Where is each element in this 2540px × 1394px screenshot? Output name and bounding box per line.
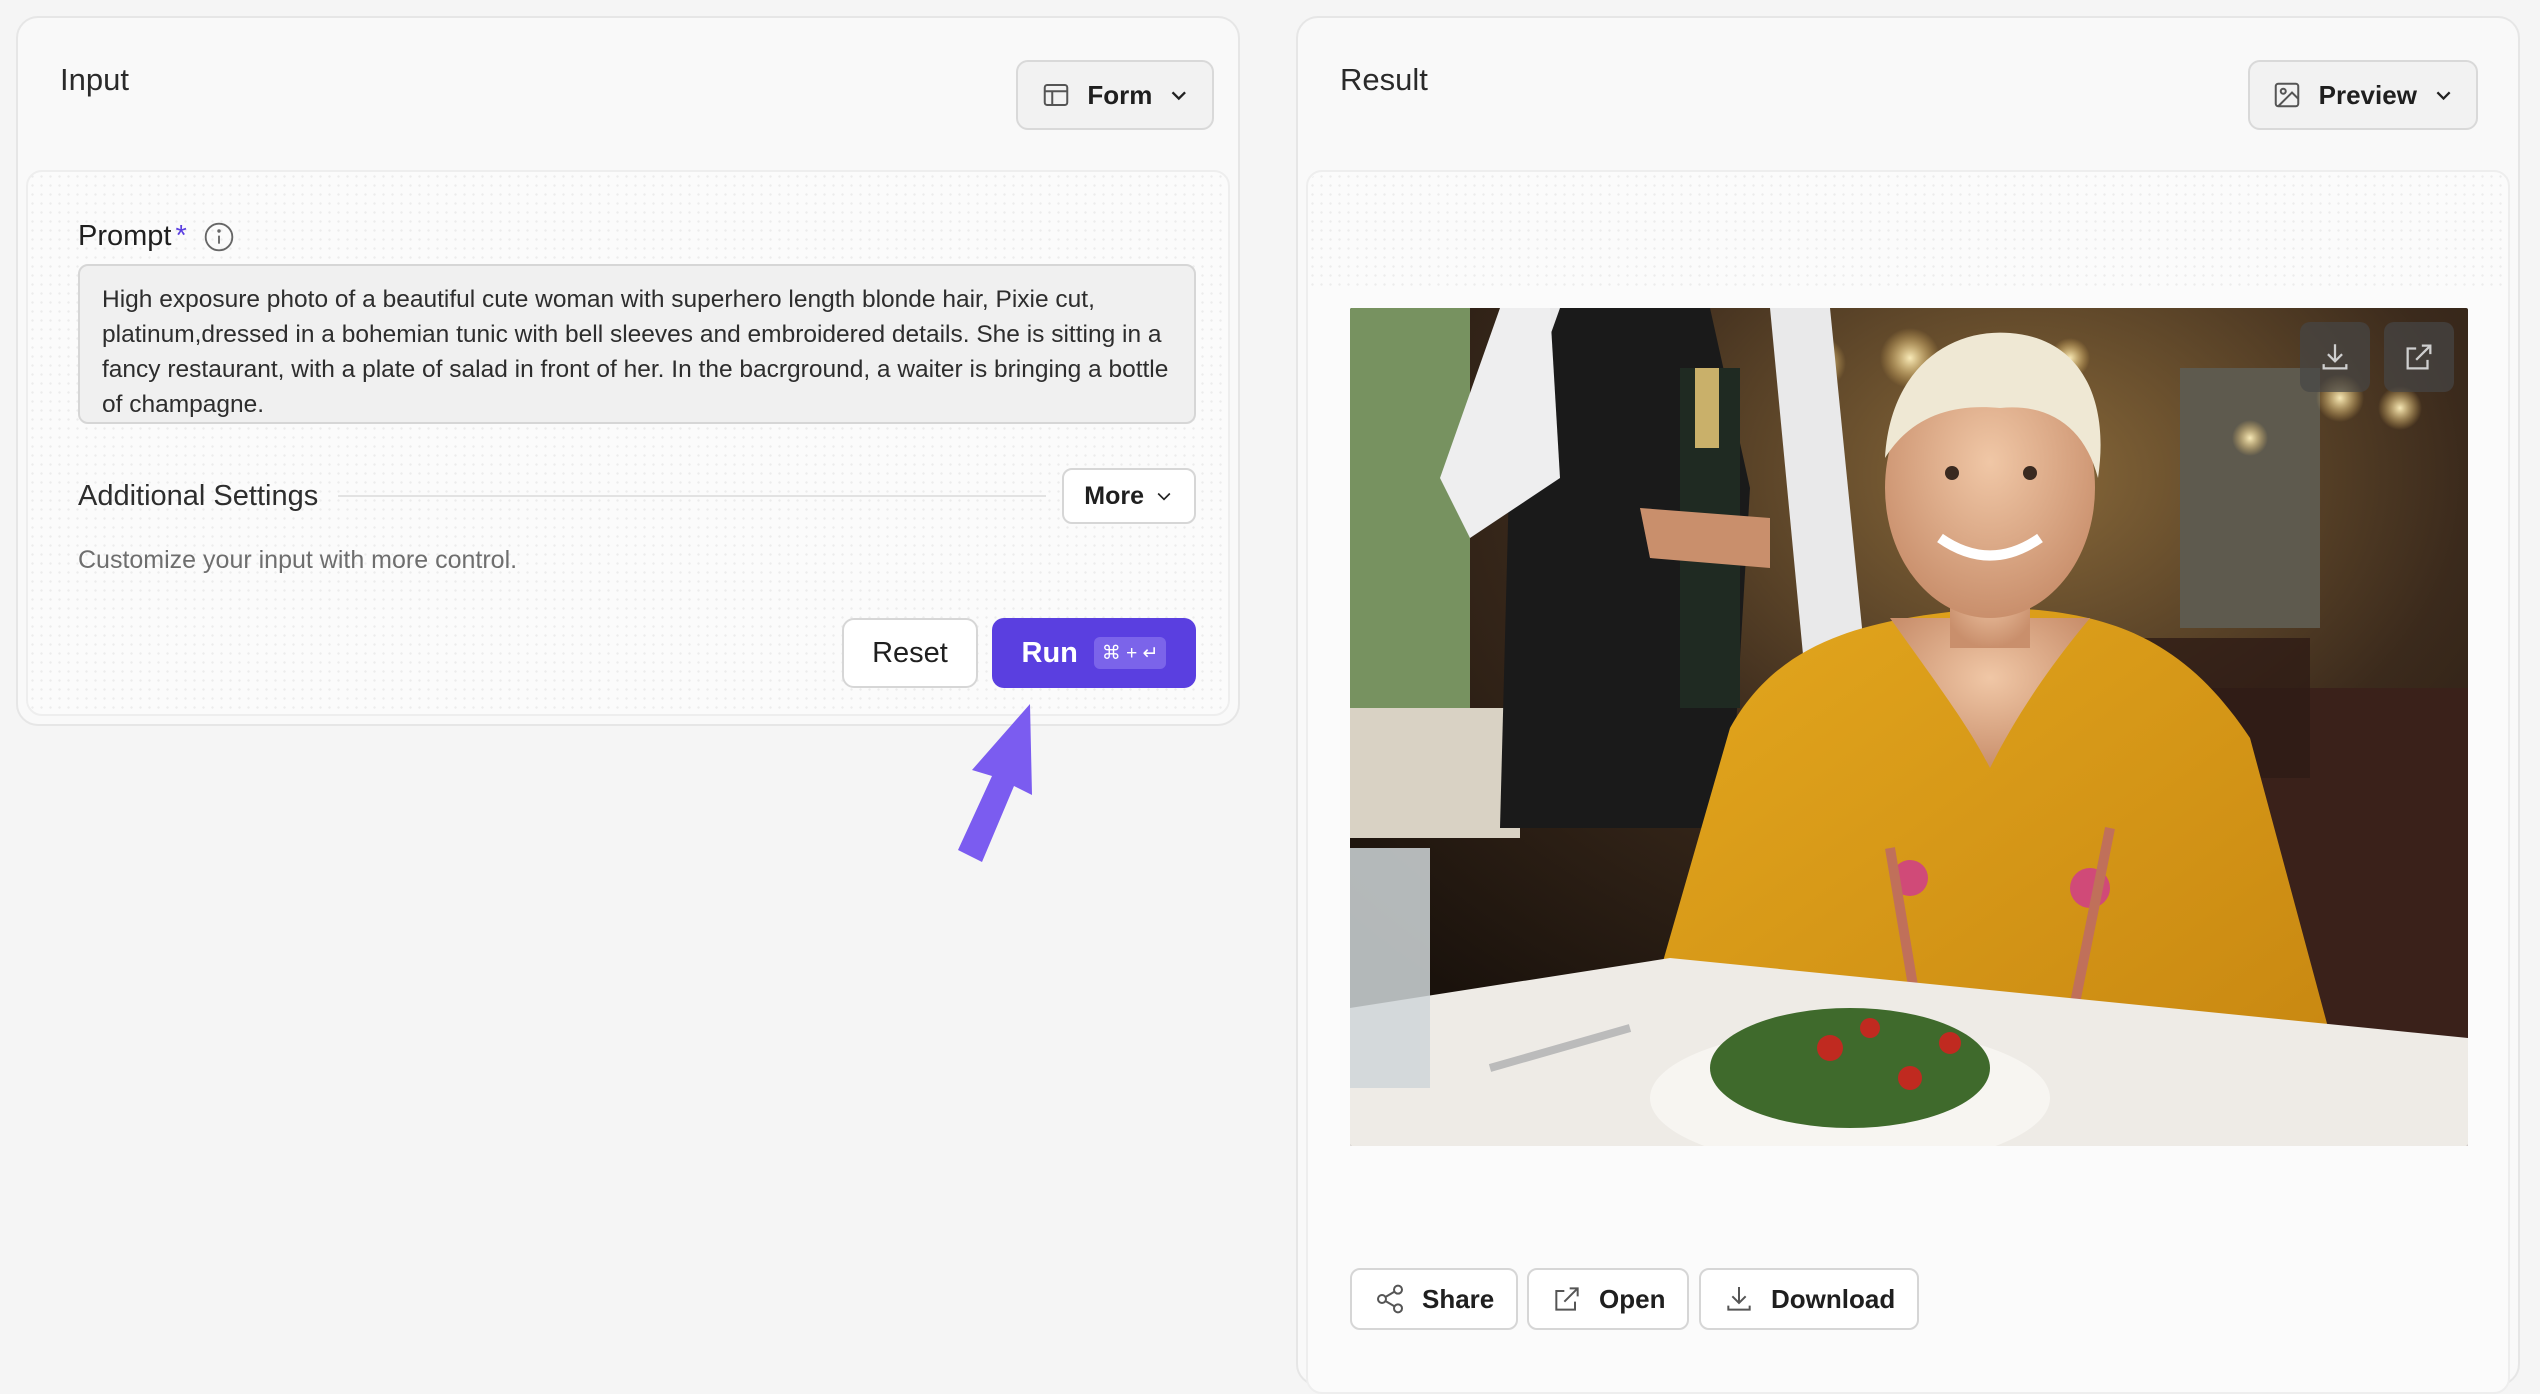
- result-image[interactable]: [1350, 308, 2468, 1146]
- additional-settings-row: Additional Settings More: [78, 468, 1196, 524]
- reset-button[interactable]: Reset: [842, 618, 978, 688]
- chevron-down-icon: [1172, 91, 1187, 101]
- share-icon: [1377, 1284, 1403, 1314]
- open-button[interactable]: Open: [1527, 1268, 1690, 1330]
- required-mark: *: [175, 220, 187, 252]
- info-icon[interactable]: [203, 221, 235, 253]
- more-button[interactable]: More: [1062, 468, 1196, 524]
- more-label: More: [1084, 481, 1144, 510]
- form-mode-dropdown[interactable]: Form: [1016, 60, 1214, 130]
- run-button[interactable]: Run ⌘ + ↵: [992, 618, 1196, 688]
- share-label: Share: [1422, 1283, 1495, 1314]
- run-shortcut-badge: ⌘ + ↵: [1093, 637, 1167, 669]
- image-open-button[interactable]: [2384, 322, 2454, 392]
- preview-mode-label: Preview: [2318, 79, 2417, 110]
- form-mode-label: Form: [1087, 79, 1153, 110]
- chevron-down-icon: [2436, 91, 2451, 101]
- input-panel: Input Form Prompt * High exposure photo o…: [16, 16, 1240, 726]
- prompt-label-text: Prompt: [78, 220, 172, 252]
- dotted-header-strip: [1308, 172, 2508, 292]
- download-label: Download: [1771, 1283, 1896, 1314]
- form-layout-icon: [1040, 79, 1071, 111]
- download-button[interactable]: Download: [1699, 1268, 1920, 1330]
- prompt-label: Prompt *: [78, 220, 235, 253]
- external-link-icon: [2406, 344, 2432, 370]
- external-link-icon: [1555, 1287, 1579, 1311]
- share-button[interactable]: Share: [1350, 1268, 1519, 1330]
- input-form-area: Prompt * High exposure photo of a beautif…: [26, 170, 1230, 716]
- divider: [338, 495, 1047, 497]
- image-icon: [2272, 79, 2303, 111]
- additional-settings-subtitle: Customize your input with more control.: [78, 546, 518, 574]
- open-label: Open: [1599, 1283, 1666, 1314]
- additional-settings-title: Additional Settings: [78, 479, 319, 512]
- generated-photo: [1350, 308, 2468, 1146]
- prompt-input[interactable]: High exposure photo of a beautiful cute …: [78, 264, 1196, 424]
- download-icon: [2322, 344, 2348, 370]
- preview-mode-dropdown[interactable]: Preview: [2248, 60, 2478, 130]
- input-panel-title: Input: [60, 62, 129, 97]
- download-icon: [1727, 1287, 1751, 1311]
- pointer-arrow-icon: [958, 704, 1032, 862]
- run-label: Run: [1021, 636, 1078, 669]
- image-download-button[interactable]: [2300, 322, 2370, 392]
- chevron-down-icon: [1157, 492, 1171, 501]
- result-panel-title: Result: [1340, 62, 1428, 97]
